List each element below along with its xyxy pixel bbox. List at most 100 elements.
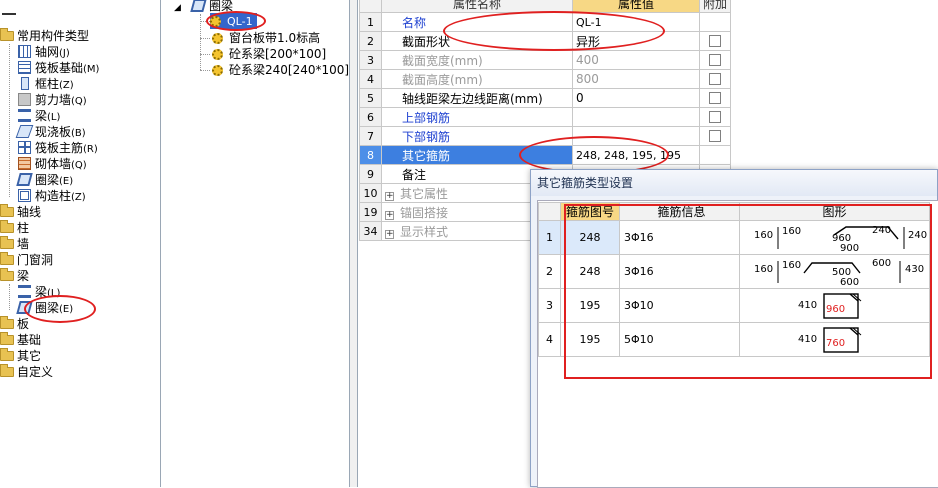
dialog-body: 箍筋图号 箍筋信息 图形 1 248 3Φ16 160 160 960 900 … xyxy=(537,200,938,488)
gear-icon xyxy=(212,65,223,76)
tree-item-slab[interactable]: 板 xyxy=(0,316,29,332)
highlight-rectangle xyxy=(564,204,932,379)
tree-item-sill-band[interactable]: 窗台板带1.0标高 xyxy=(212,30,320,46)
prop-name: 轴线距梁左边线距离(mm) xyxy=(381,88,573,108)
expand-plus-icon[interactable]: + xyxy=(385,229,394,239)
gear-icon xyxy=(212,33,223,44)
highlight-ellipse xyxy=(443,11,665,51)
ring-beam-icon xyxy=(190,0,207,12)
add-checkbox[interactable] xyxy=(709,111,721,123)
header-additional: 附加 xyxy=(698,0,732,13)
row-num: 5 xyxy=(359,88,382,108)
highlight-ellipse xyxy=(206,11,266,31)
row-num: 3 xyxy=(538,288,561,323)
slab-icon xyxy=(15,125,34,138)
row-num: 8 xyxy=(359,145,382,165)
header-num xyxy=(359,0,382,13)
row-num: 1 xyxy=(359,12,382,32)
tree-item-raft-foundation[interactable]: 筏板基础(M) xyxy=(18,60,99,76)
other-stirrup-dialog: 其它箍筋类型设置 箍筋图号 箍筋信息 图形 1 248 3Φ16 160 160… xyxy=(530,169,938,488)
add-checkbox[interactable] xyxy=(709,130,721,142)
folder-icon xyxy=(0,204,14,217)
add-checkbox[interactable] xyxy=(709,54,721,66)
prop-value-input[interactable]: 0 xyxy=(572,88,700,108)
prop-add-cell xyxy=(698,31,732,51)
row-num: 9 xyxy=(359,164,382,184)
row-num: 3 xyxy=(359,50,382,70)
tree-item-tie-beam-200[interactable]: 砼系梁[200*100] xyxy=(212,46,326,62)
tree-item-shear-wall[interactable]: 剪力墙(Q) xyxy=(18,92,87,108)
folder-icon xyxy=(0,348,14,361)
row-num: 34 xyxy=(359,221,382,241)
beam-icon xyxy=(18,109,31,122)
component-type-tree: 常用构件类型 轴网(J) 筏板基础(M) 框柱(Z) 剪力墙(Q) 梁(L) 现… xyxy=(0,0,161,487)
folder-open-icon xyxy=(0,268,14,281)
row-num: 7 xyxy=(359,126,382,146)
row-num: 2 xyxy=(538,254,561,289)
folder-icon xyxy=(0,220,14,233)
raft-foundation-icon xyxy=(18,61,31,74)
add-checkbox[interactable] xyxy=(709,92,721,104)
row-num: 4 xyxy=(359,69,382,89)
tree-item-other[interactable]: 其它 xyxy=(0,348,41,364)
row-num: 4 xyxy=(538,322,561,357)
prop-value-input[interactable]: 800 xyxy=(572,69,700,89)
row-num: 10 xyxy=(359,183,382,203)
dialog-title: 其它箍筋类型设置 xyxy=(531,170,937,196)
prop-add-cell xyxy=(698,69,732,89)
prop-add-cell xyxy=(698,145,732,165)
tree-item-axis-grid[interactable]: 轴网(J) xyxy=(18,44,70,60)
brick-wall-icon xyxy=(18,157,31,170)
highlight-ellipse xyxy=(24,295,96,323)
prop-add-cell xyxy=(698,107,732,127)
expand-plus-icon[interactable]: + xyxy=(385,191,394,201)
tree-item-beam[interactable]: 梁(L) xyxy=(18,108,60,124)
prop-add-cell xyxy=(698,88,732,108)
prop-value-input[interactable] xyxy=(572,107,700,127)
expand-plus-icon[interactable]: + xyxy=(385,210,394,220)
prop-add-cell xyxy=(698,12,732,32)
prop-name: 截面宽度(mm) xyxy=(381,50,573,70)
folder-open-icon xyxy=(0,28,14,41)
row-num: 19 xyxy=(359,202,382,222)
splitter[interactable] xyxy=(350,0,358,487)
folder-icon xyxy=(0,332,14,345)
shear-wall-icon xyxy=(18,93,31,106)
tree-item-foundation[interactable]: 基础 xyxy=(0,332,41,348)
tree-item-frame-column[interactable]: 框柱(Z) xyxy=(18,76,74,92)
tree-expander-minus[interactable]: ◢ xyxy=(174,0,181,14)
header-num xyxy=(538,202,561,221)
tree-item-door-window[interactable]: 门窗洞 xyxy=(0,252,53,268)
tree-item-ring-beam[interactable]: 圈梁(E) xyxy=(16,172,73,188)
beam-icon xyxy=(18,285,31,298)
rebar-icon xyxy=(18,141,31,154)
header-property-value: 属性值 xyxy=(572,0,700,13)
row-num: 1 xyxy=(538,220,561,255)
folder-icon xyxy=(0,252,14,265)
add-checkbox[interactable] xyxy=(709,73,721,85)
tree-item-axis[interactable]: 轴线 xyxy=(0,204,41,220)
tree-item-beam-folder[interactable]: 梁 xyxy=(0,268,29,284)
add-checkbox[interactable] xyxy=(709,35,721,47)
tree-item-common-types[interactable]: 常用构件类型 xyxy=(0,28,89,44)
column-icon xyxy=(21,77,29,90)
folder-icon xyxy=(0,364,14,377)
tree-item-wall[interactable]: 墙 xyxy=(0,236,29,252)
tree-item-masonry-wall[interactable]: 砌体墙(Q) xyxy=(18,156,87,172)
folder-icon xyxy=(0,236,14,249)
component-list-tree: ◢ 圈梁 QL-1 窗台板带1.0标高 砼系梁[200*100] 砼系梁240[… xyxy=(162,0,350,487)
tree-item-raft-rebar[interactable]: 筏板主筋(R) xyxy=(18,140,98,156)
ring-beam-icon xyxy=(16,173,33,186)
grid-icon xyxy=(18,45,31,58)
tree-item-constructional-column[interactable]: 构造柱(Z) xyxy=(18,188,86,204)
tree-item-column[interactable]: 柱 xyxy=(0,220,29,236)
row-num: 6 xyxy=(359,107,382,127)
tree-item-tie-beam-240[interactable]: 砼系梁240[240*100] xyxy=(212,62,349,78)
constructional-column-icon xyxy=(18,189,31,202)
prop-value-input[interactable]: 400 xyxy=(572,50,700,70)
tree-item-custom[interactable]: 自定义 xyxy=(0,364,53,380)
prop-add-cell xyxy=(698,50,732,70)
prop-name: 上部钢筋 xyxy=(381,107,573,127)
tree-item-cast-slab[interactable]: 现浇板(B) xyxy=(15,124,86,140)
tree-collapse-toggle[interactable] xyxy=(2,3,16,19)
